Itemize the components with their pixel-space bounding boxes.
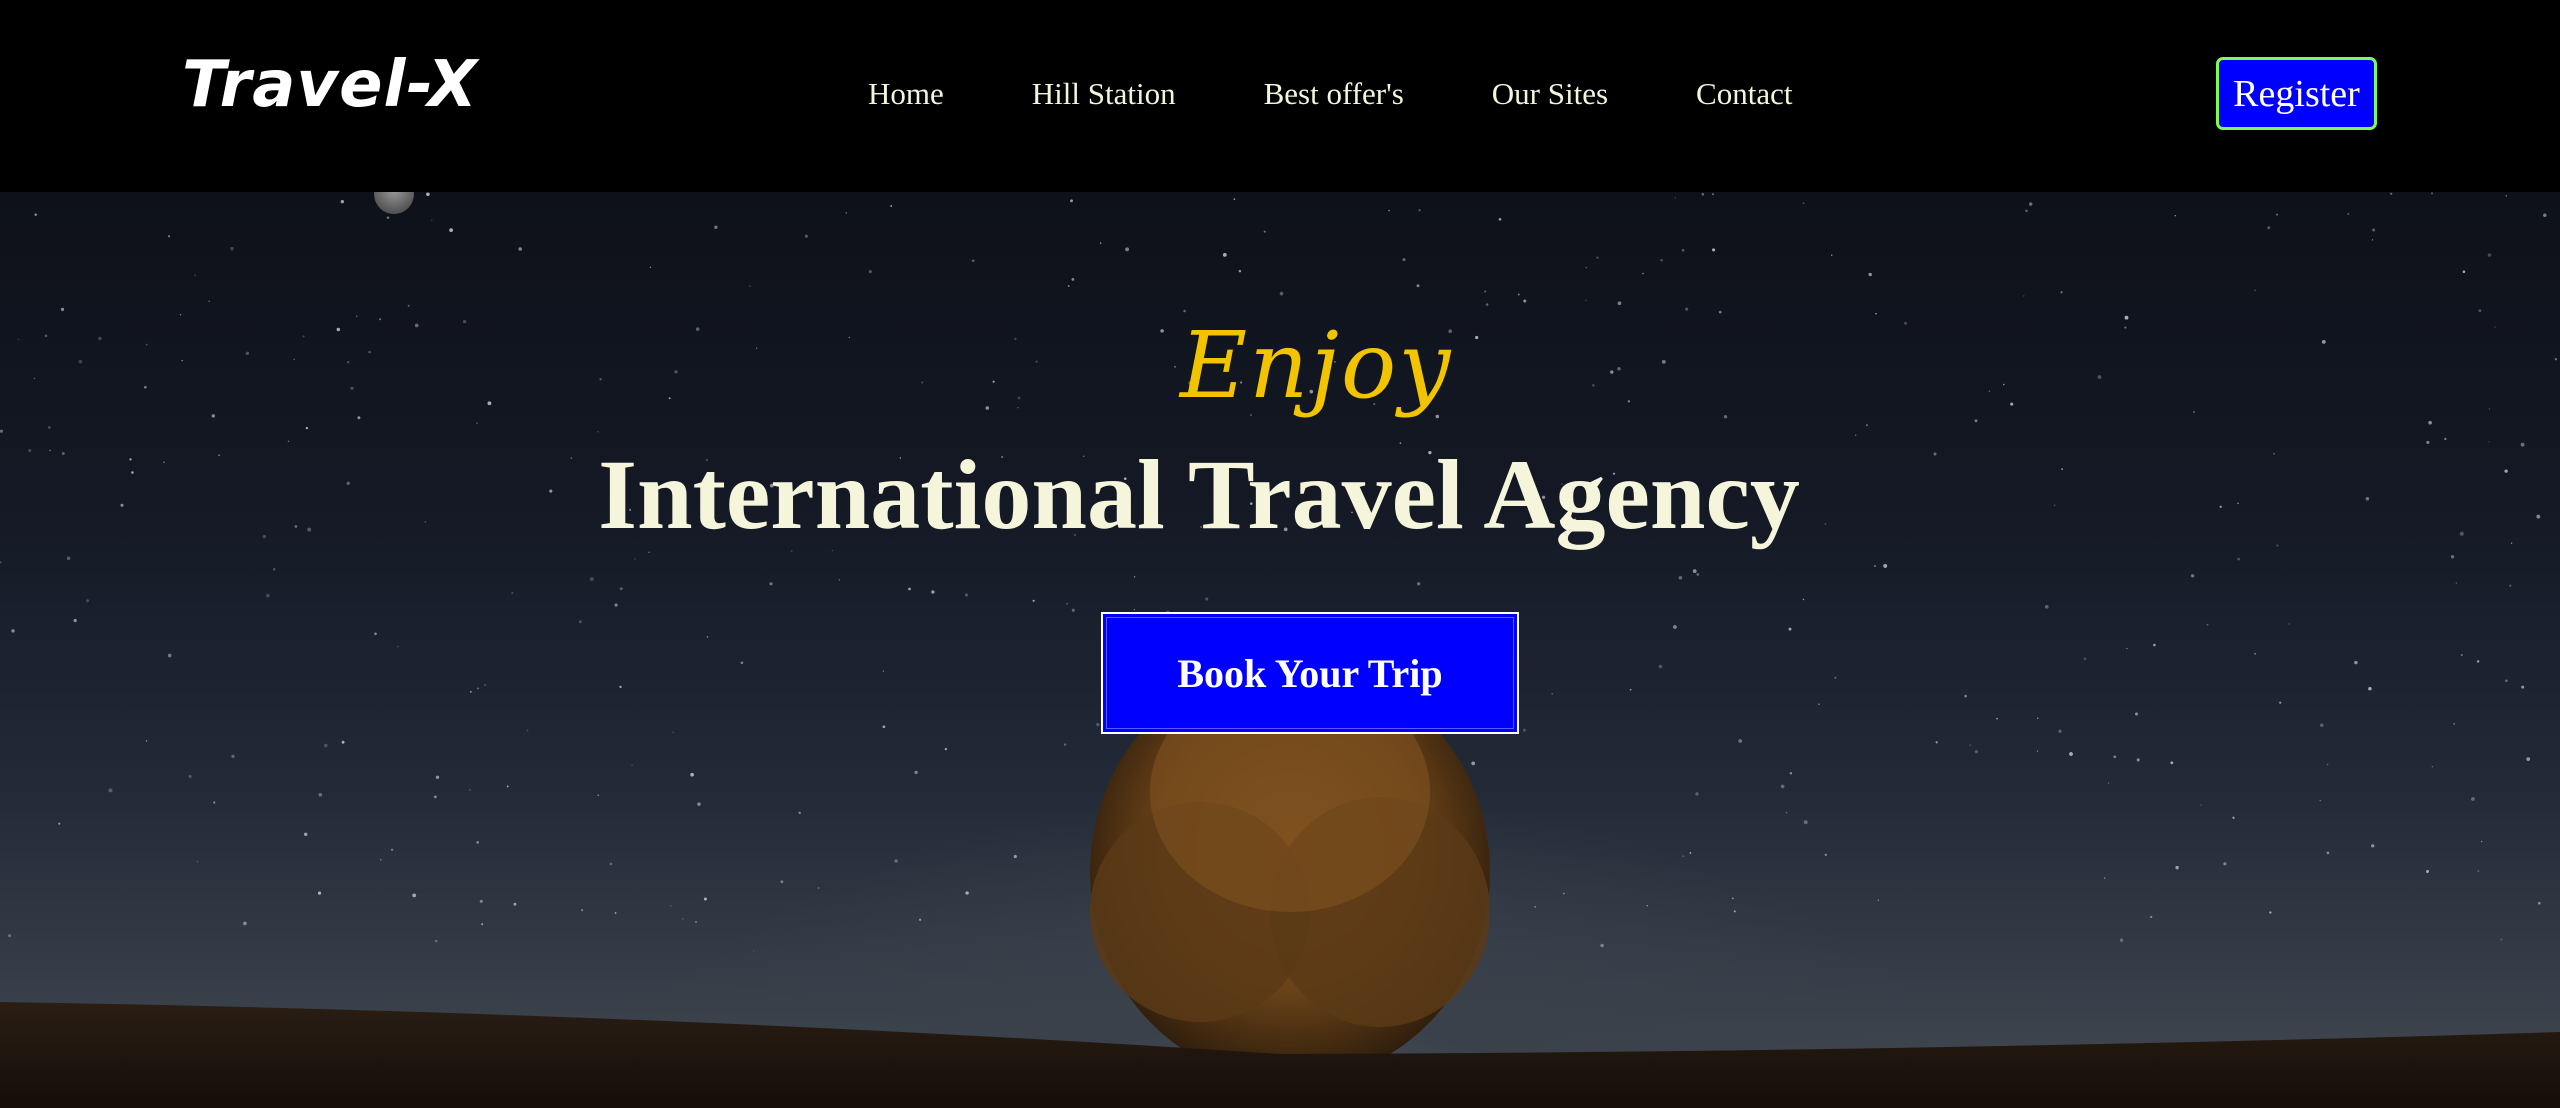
hero-section: Enjoy International Travel Agency Book Y… bbox=[0, 192, 2560, 1108]
nav-link-best-offers[interactable]: Best offer's bbox=[1264, 70, 1404, 118]
hero-headline: International Travel Agency bbox=[598, 439, 1800, 550]
site-logo[interactable]: Travel-X bbox=[182, 48, 478, 122]
hero-kicker: Enjoy bbox=[1180, 312, 1453, 419]
nav-link-home[interactable]: Home bbox=[868, 70, 944, 118]
nav-link-contact[interactable]: Contact bbox=[1696, 70, 1792, 118]
register-button[interactable]: Register bbox=[2216, 57, 2377, 130]
book-your-trip-button[interactable]: Book Your Trip bbox=[1101, 612, 1519, 734]
nav-links: Home Hill Station Best offer's Our Sites… bbox=[868, 70, 1792, 118]
nav-link-our-sites[interactable]: Our Sites bbox=[1492, 70, 1608, 118]
navbar: Travel-X Home Hill Station Best offer's … bbox=[0, 0, 2560, 192]
nav-link-hill-station[interactable]: Hill Station bbox=[1032, 70, 1176, 118]
